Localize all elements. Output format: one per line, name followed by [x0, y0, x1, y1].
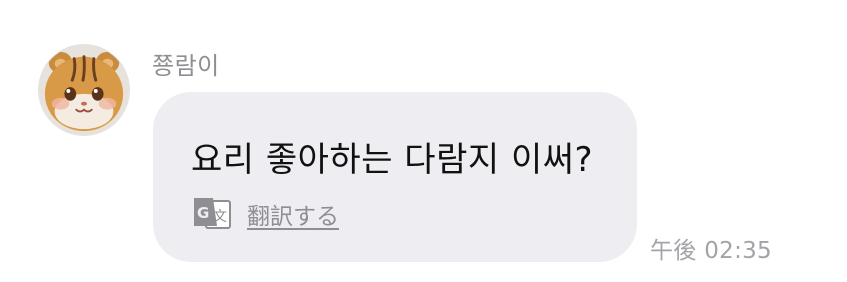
sender-avatar[interactable]	[38, 44, 130, 136]
translate-icon: 文 G	[191, 196, 233, 232]
svg-text:G: G	[197, 204, 209, 222]
sender-name: 쭁람이	[152, 52, 220, 80]
translate-label[interactable]: 翻訳する	[247, 197, 339, 231]
message-bubble[interactable]: 요리 좋아하는 다람지 이써? 文 G 翻訳する	[153, 92, 637, 262]
message-text: 요리 좋아하는 다람지 이써?	[191, 140, 594, 180]
message-timestamp: 午後 02:35	[650, 238, 772, 264]
translate-button[interactable]: 文 G 翻訳する	[191, 196, 339, 232]
hamster-avatar-icon	[39, 45, 129, 135]
